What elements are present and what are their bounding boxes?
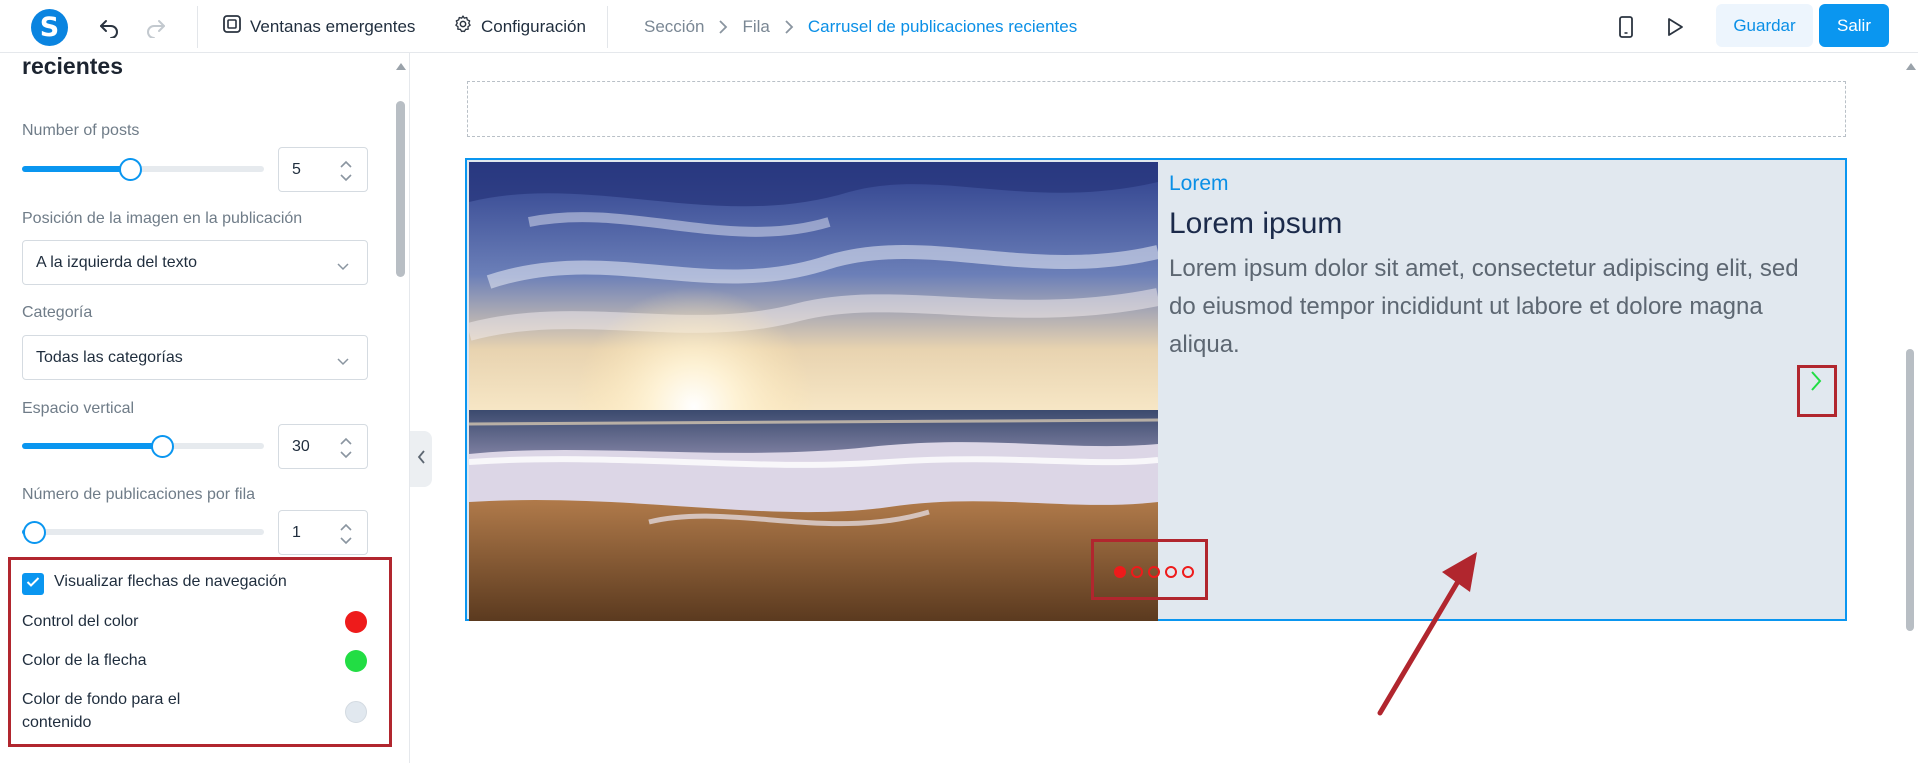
show-nav-arrows-label: Visualizar flechas de navegación: [54, 573, 287, 590]
post-title[interactable]: Lorem ipsum: [1169, 207, 1342, 241]
annotation-arrow: [1370, 548, 1490, 723]
pagination-dot[interactable]: [1165, 566, 1177, 578]
slider-fill: [22, 166, 131, 172]
chevron-down-icon: [337, 258, 349, 276]
save-button[interactable]: Guardar: [1716, 4, 1813, 47]
number-of-posts-input[interactable]: 5: [278, 147, 368, 192]
breadcrumb-current: Carrusel de publicaciones recientes: [807, 16, 1078, 36]
empty-row-placeholder[interactable]: [467, 81, 1846, 137]
popups-label: Ventanas emergentes: [250, 16, 416, 36]
settings-button[interactable]: Configuración: [453, 0, 586, 53]
number-of-posts-label: Number of posts: [22, 122, 140, 139]
number-of-posts-value: 5: [292, 161, 301, 178]
settings-label: Configuración: [481, 16, 586, 36]
slider-thumb[interactable]: [150, 434, 174, 458]
post-image: [469, 162, 1158, 621]
toolbar-divider: [607, 6, 608, 48]
posts-per-row-value: 1: [292, 524, 301, 541]
recent-posts-carousel[interactable]: Lorem Lorem ipsum Lorem ipsum dolor sit …: [465, 158, 1847, 621]
breadcrumb: Sección Fila Carrusel de publicaciones r…: [644, 0, 1077, 53]
panel-title: recientes: [22, 53, 124, 79]
category-label: Categoría: [22, 304, 93, 321]
post-excerpt: Lorem ipsum dolor sit amet, consectetur …: [1169, 255, 1799, 358]
image-position-value: A la izquierda del texto: [36, 254, 197, 271]
breadcrumb-section[interactable]: Sección: [644, 17, 704, 37]
show-nav-arrows-checkbox[interactable]: [22, 573, 44, 595]
stepper-arrows-icon[interactable]: [339, 521, 353, 547]
panel-scrollbar-thumb[interactable]: [396, 101, 405, 277]
slider-thumb[interactable]: [22, 520, 46, 544]
image-position-label: Posición de la imagen en la publicación: [22, 210, 303, 227]
stepper-arrows-icon[interactable]: [339, 435, 353, 461]
chevron-right-icon: [718, 19, 728, 35]
content-bg-color-swatch[interactable]: [345, 701, 367, 723]
control-color-label: Control del color: [22, 613, 139, 630]
control-color-swatch[interactable]: [345, 611, 367, 633]
settings-panel: recientes Number of posts 5 Posición de …: [0, 53, 410, 763]
mobile-preview-icon[interactable]: [1613, 14, 1639, 40]
scroll-up-icon[interactable]: [1905, 58, 1917, 76]
pagination-dot[interactable]: [1148, 566, 1160, 578]
arrow-color-swatch[interactable]: [345, 650, 367, 672]
posts-per-row-input[interactable]: 1: [278, 510, 368, 555]
posts-per-row-label: Número de publicaciones por fila: [22, 486, 256, 503]
checkmark-icon: [26, 575, 40, 593]
play-preview-icon[interactable]: [1662, 14, 1688, 40]
chevron-left-icon: [417, 449, 426, 469]
undo-icon[interactable]: [96, 14, 122, 40]
top-bar: S Ventanas emergentes Configuración Secc…: [0, 0, 1918, 53]
annotation-highlight-box: [1797, 365, 1837, 417]
collapse-panel-handle[interactable]: [410, 431, 432, 487]
slider-thumb[interactable]: [119, 157, 143, 181]
popup-window-icon: [222, 14, 242, 39]
gear-icon: [453, 14, 473, 39]
vertical-space-slider[interactable]: [22, 434, 264, 458]
slider-fill: [22, 443, 163, 449]
posts-per-row-slider[interactable]: [22, 520, 264, 544]
pagination-dot[interactable]: [1182, 566, 1194, 578]
redo-icon[interactable]: [143, 14, 169, 40]
vertical-space-label: Espacio vertical: [22, 400, 135, 417]
carousel-pagination-dots[interactable]: [1114, 566, 1194, 578]
pagination-dot[interactable]: [1131, 566, 1143, 578]
chevron-down-icon: [337, 353, 349, 371]
image-position-select[interactable]: A la izquierda del texto: [22, 240, 368, 285]
app-logo: S: [31, 9, 68, 46]
scroll-up-icon[interactable]: [395, 58, 407, 76]
post-category[interactable]: Lorem: [1169, 172, 1229, 196]
vertical-space-value: 30: [292, 438, 310, 455]
chevron-right-icon: [784, 19, 794, 35]
number-of-posts-slider[interactable]: [22, 157, 264, 181]
stepper-arrows-icon[interactable]: [339, 158, 353, 184]
toolbar-divider: [197, 6, 198, 48]
popups-button[interactable]: Ventanas emergentes: [222, 0, 415, 53]
content-bg-color-label: Color de fondo para el contenido: [22, 691, 181, 731]
arrow-color-label: Color de la flecha: [22, 652, 147, 669]
breadcrumb-row[interactable]: Fila: [742, 17, 769, 37]
vertical-space-input[interactable]: 30: [278, 424, 368, 469]
exit-button[interactable]: Salir: [1819, 4, 1889, 47]
category-value: Todas las categorías: [36, 349, 183, 366]
canvas-scrollbar-thumb[interactable]: [1906, 349, 1914, 631]
pagination-dot[interactable]: [1114, 566, 1126, 578]
category-select[interactable]: Todas las categorías: [22, 335, 368, 380]
